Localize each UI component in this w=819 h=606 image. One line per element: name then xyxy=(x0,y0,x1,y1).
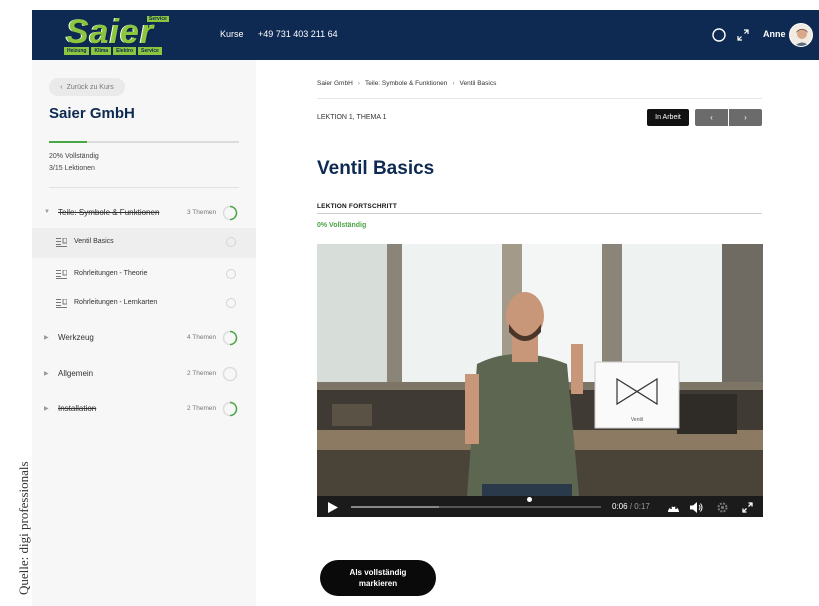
breadcrumb: Saier GmbH › Teile: Symbole & Funktionen… xyxy=(317,80,496,87)
lesson-list-icon xyxy=(56,238,67,247)
lesson-list-icon xyxy=(56,270,67,279)
logo-tag: Elektro xyxy=(113,47,137,55)
logo-tag: Heizung xyxy=(64,47,90,55)
logo-wordmark: Saier xyxy=(66,13,155,51)
course-progress-fill xyxy=(49,141,87,143)
play-button[interactable] xyxy=(325,499,341,515)
lesson-status-circle-icon xyxy=(226,237,236,247)
lesson-title: Ventil Basics xyxy=(74,238,114,245)
company-title: Saier GmbH xyxy=(49,105,135,122)
caret-down-icon: ▼ xyxy=(44,209,50,215)
lesson-topic-label: LEKTION 1, THEMA 1 xyxy=(317,114,387,121)
chevron-right-icon: › xyxy=(744,113,747,122)
video-frame: Ventil xyxy=(317,244,763,496)
course-sidebar: ‹ Zurück zu Kurs Saier GmbH 20% Vollstän… xyxy=(32,60,256,606)
progress-percent-text: 20% Vollständig xyxy=(49,153,99,160)
lesson-item-rohrleitungen-theorie[interactable]: Rohrleitungen - Theorie xyxy=(32,260,256,290)
previous-lesson-button[interactable]: ‹ xyxy=(695,109,728,126)
chevron-right-icon: › xyxy=(357,80,360,87)
section-progress-ring-icon xyxy=(222,401,238,417)
fullscreen-icon[interactable] xyxy=(731,23,755,47)
lesson-progress-bar xyxy=(317,213,762,214)
duration-time: 0:17 xyxy=(634,502,650,511)
chevron-left-icon: ‹ xyxy=(710,113,713,122)
top-navigation-bar: Saier Service Heizung Klima Elektro Serv… xyxy=(32,10,819,60)
lesson-title: Rohrleitungen - Theorie xyxy=(74,270,148,277)
lesson-item-ventil-basics[interactable]: Ventil Basics xyxy=(32,228,256,258)
video-seek-buffer xyxy=(351,506,439,508)
lesson-progress-label: LEKTION FORTSCHRITT xyxy=(317,203,397,210)
section-title: Allgemein xyxy=(58,369,94,378)
next-lesson-button[interactable]: › xyxy=(729,109,762,126)
breadcrumb-item[interactable]: Teile: Symbole & Funktionen xyxy=(365,80,447,87)
video-time: 0:06 / 0:17 xyxy=(612,502,650,511)
sidebar-section-werkzeug[interactable]: ▶ Werkzeug 4 Themen xyxy=(32,325,256,353)
chevron-left-icon: ‹ xyxy=(60,83,63,91)
caret-right-icon: ▶ xyxy=(44,406,49,412)
section-topic-count: 2 Themen xyxy=(187,405,217,412)
caret-right-icon: ▶ xyxy=(44,335,49,341)
page-title: Ventil Basics xyxy=(317,158,435,179)
section-topic-count: 2 Themen xyxy=(187,370,217,377)
theme-toggle-icon[interactable] xyxy=(707,23,731,47)
section-progress-ring-icon xyxy=(222,330,238,346)
video-player[interactable]: Ventil 0:06 / 0:17 xyxy=(317,244,763,517)
lesson-item-rohrleitungen-lernkarten[interactable]: Rohrleitungen - Lernkarten xyxy=(32,289,256,319)
sidebar-divider xyxy=(49,187,239,188)
video-seek-bar[interactable] xyxy=(351,506,601,508)
breadcrumb-item: Ventil Basics xyxy=(459,80,497,87)
chevron-right-icon: › xyxy=(452,80,455,87)
section-title: Werkzeug xyxy=(58,333,94,342)
credit-text: Quelle: digi professionals xyxy=(16,461,31,595)
section-title: Installation xyxy=(58,404,97,413)
logo-tag: Klima xyxy=(91,47,112,55)
user-name[interactable]: Anne xyxy=(763,29,786,39)
mark-complete-button[interactable]: Als vollständig markieren xyxy=(320,560,436,596)
volume-icon[interactable] xyxy=(688,499,704,515)
saier-logo[interactable]: Saier Service Heizung Klima Elektro Serv… xyxy=(62,13,172,57)
status-badge: In Arbeit xyxy=(647,109,689,126)
logo-tags: Heizung Klima Elektro Service xyxy=(64,47,162,55)
caret-right-icon: ▶ xyxy=(44,371,49,377)
video-controls: 0:06 / 0:17 xyxy=(317,496,763,517)
section-topic-count: 4 Themen xyxy=(187,334,217,341)
current-time: 0:06 xyxy=(612,502,628,511)
settings-gear-icon[interactable] xyxy=(714,499,730,515)
sign-text: Ventil xyxy=(631,417,643,423)
course-progress-bar xyxy=(49,141,239,143)
sidebar-section-installation[interactable]: ▶ Installation 2 Themen xyxy=(32,396,256,424)
avatar[interactable] xyxy=(789,23,813,47)
section-progress-ring-icon xyxy=(222,205,238,221)
video-fullscreen-icon[interactable] xyxy=(739,499,755,515)
section-progress-ring-icon xyxy=(222,366,238,382)
lesson-progress-percent: 0% Vollständig xyxy=(317,222,367,229)
logo-tag: Service xyxy=(138,47,162,55)
lesson-title: Rohrleitungen - Lernkarten xyxy=(74,299,158,306)
mark-complete-label-line1: Als vollständig xyxy=(349,568,407,577)
back-button-label: Zurück zu Kurs xyxy=(66,83,114,91)
section-title: Teile: Symbole & Funktionen xyxy=(58,208,160,217)
sidebar-section-teile[interactable]: ▼ Teile: Symbole & Funktionen 3 Themen xyxy=(32,200,256,228)
logo-service-tag: Service xyxy=(147,16,169,22)
back-to-course-button[interactable]: ‹ Zurück zu Kurs xyxy=(49,78,125,96)
lesson-status-circle-icon xyxy=(226,269,236,279)
header-divider xyxy=(317,98,762,99)
source-credit: Quelle: digi professionals xyxy=(0,0,32,606)
play-icon xyxy=(328,501,338,513)
section-topic-count: 3 Themen xyxy=(187,209,217,216)
speed-icon[interactable] xyxy=(665,499,681,515)
lesson-list-icon xyxy=(56,299,67,308)
nav-kurse-link[interactable]: Kurse xyxy=(220,29,244,39)
video-seek-handle[interactable] xyxy=(527,497,532,502)
lesson-status-circle-icon xyxy=(226,298,236,308)
phone-link[interactable]: +49 731 403 211 64 xyxy=(258,29,338,39)
lessons-count-text: 3/15 Lektionen xyxy=(49,165,95,172)
breadcrumb-item[interactable]: Saier GmbH xyxy=(317,80,353,87)
mark-complete-label-line2: markieren xyxy=(358,579,398,588)
sidebar-section-allgemein[interactable]: ▶ Allgemein 2 Themen xyxy=(32,361,256,389)
